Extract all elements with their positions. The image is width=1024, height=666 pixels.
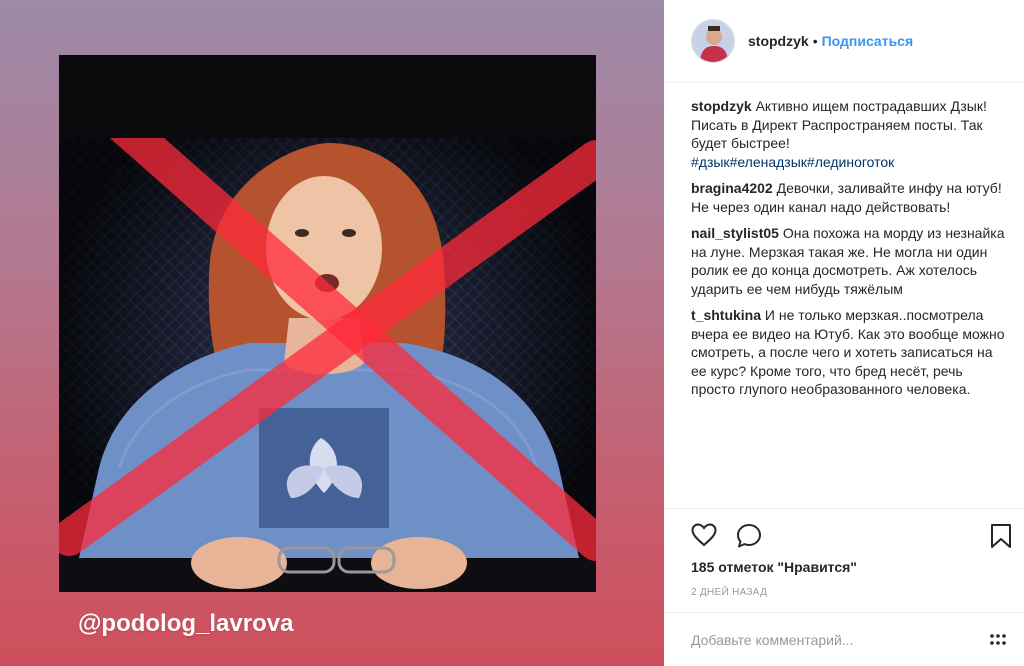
post-timestamp[interactable]: 2 ДНЕЙ НАЗАД [691,587,767,598]
comment-bubble-icon[interactable] [736,523,762,554]
hashtag-link[interactable]: #лединоготок [807,154,894,170]
post-photo [59,138,596,592]
comment-bubble-icon-svg [737,524,761,548]
comments-list[interactable]: stopdzyk Активно ищем пострадавших Дзык!… [691,97,1009,507]
watermark-handle: @podolog_lavrova [78,610,294,637]
caption-username[interactable]: stopdzyk [691,98,752,114]
caption-hashtags: #дзык#еленадзык#лединоготок [691,153,1009,172]
avatar[interactable] [691,19,735,63]
heart-icon-svg [691,523,717,547]
hashtag-link[interactable]: #еленадзык [730,154,807,170]
avatar-image [692,20,734,62]
hashtag-link[interactable]: #дзык [691,154,730,170]
post-image-frame[interactable] [59,55,596,592]
bookmark-icon-svg [991,524,1011,548]
comment-item: bragina4202 Девочки, заливайте инфу на ю… [691,179,1009,216]
comment-username[interactable]: nail_stylist05 [691,225,779,241]
post-actions-bar [664,508,1024,556]
header-username[interactable]: stopdzyk [748,33,809,49]
comment-input[interactable] [691,629,971,651]
post-media-panel: @podolog_lavrova [0,0,664,666]
photo-illustration [59,138,596,592]
more-dots-icon[interactable] [989,633,1007,652]
comment-item: t_shtukina И не только мерзкая..посмотре… [691,306,1009,399]
bookmark-icon[interactable] [990,523,1012,554]
post-details-panel: stopdzyk • Подписаться stopdzyk Активно … [664,0,1024,666]
add-comment-bar [664,612,1024,666]
header-separator: • [812,33,818,49]
comment-username[interactable]: bragina4202 [691,180,773,196]
comment-username[interactable]: t_shtukina [691,307,761,323]
comment-item: nail_stylist05 Она похожа на морду из не… [691,224,1009,298]
post-header: stopdzyk • Подписаться [664,0,1024,83]
follow-button[interactable]: Подписаться [822,33,914,49]
caption: stopdzyk Активно ищем пострадавших Дзык!… [691,97,1009,171]
heart-icon[interactable] [691,523,717,552]
more-dots-icon-svg [990,634,1006,645]
likes-count[interactable]: 185 отметок "Нравится" [691,559,857,575]
